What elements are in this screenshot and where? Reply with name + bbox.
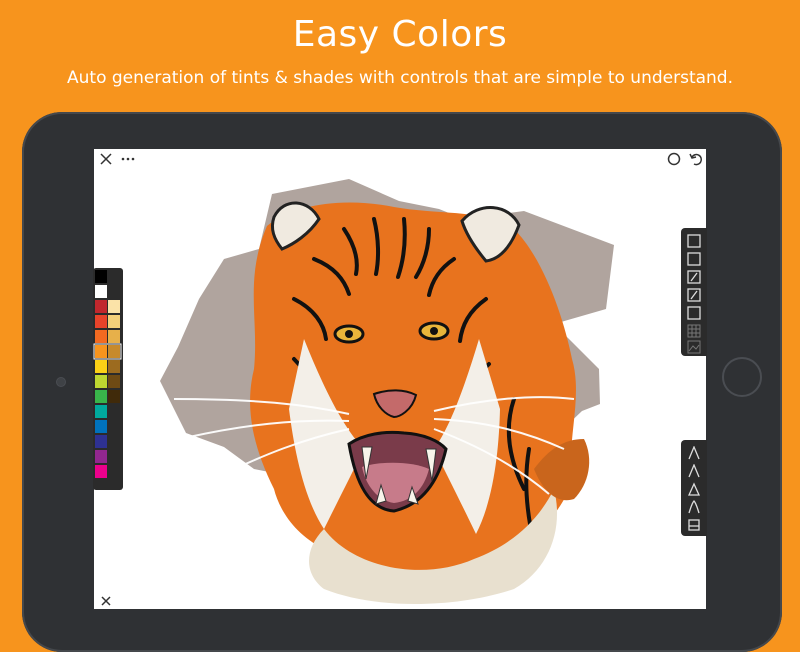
color-swatch[interactable] <box>95 375 107 388</box>
shade-swatch[interactable] <box>108 390 120 403</box>
headline: Easy Colors <box>292 14 508 55</box>
brush-icon[interactable] <box>686 500 702 514</box>
front-camera <box>56 377 66 387</box>
color-swatch[interactable] <box>95 345 107 358</box>
shade-swatch[interactable] <box>108 375 120 388</box>
image-icon[interactable] <box>686 340 702 354</box>
color-swatch[interactable] <box>95 450 107 463</box>
layer-icon[interactable] <box>686 306 702 320</box>
color-swatch[interactable] <box>95 435 107 448</box>
eraser-icon[interactable] <box>686 518 702 532</box>
pencil-icon[interactable] <box>686 446 702 460</box>
color-swatch[interactable] <box>95 270 107 283</box>
layer-icon[interactable] <box>686 234 702 248</box>
color-swatch[interactable] <box>95 300 107 313</box>
shade-swatch[interactable] <box>108 300 120 313</box>
tiger-artwork <box>160 179 614 604</box>
color-swatch[interactable] <box>95 330 107 343</box>
home-button[interactable] <box>722 357 762 397</box>
color-swatch[interactable] <box>95 420 107 433</box>
color-palette <box>93 268 123 490</box>
layers-toolbar <box>681 228 707 356</box>
color-swatch[interactable] <box>95 285 107 298</box>
pen-icon[interactable] <box>686 464 702 478</box>
more-dots-icon[interactable] <box>120 151 136 167</box>
marker-icon[interactable] <box>686 482 702 496</box>
shade-swatch[interactable] <box>108 315 120 328</box>
grid-icon[interactable] <box>686 324 702 338</box>
shade-swatch[interactable] <box>108 345 120 358</box>
close-icon[interactable] <box>98 593 114 609</box>
close-icon[interactable] <box>98 151 114 167</box>
color-swatch[interactable] <box>95 405 107 418</box>
undo-icon[interactable] <box>688 151 704 167</box>
subline: Auto generation of tints & shades with c… <box>67 68 733 88</box>
shade-swatch[interactable] <box>108 330 120 343</box>
color-swatch[interactable] <box>95 315 107 328</box>
color-swatch[interactable] <box>95 465 107 478</box>
brush-icon[interactable] <box>686 270 702 284</box>
palette-swatches[interactable] <box>93 268 123 490</box>
drawing-screen[interactable] <box>94 149 706 609</box>
brush-icon[interactable] <box>686 288 702 302</box>
compare-icon[interactable] <box>666 151 682 167</box>
color-swatch[interactable] <box>95 390 107 403</box>
shade-swatch[interactable] <box>108 360 120 373</box>
brush-toolbar <box>681 440 707 536</box>
layer-icon[interactable] <box>686 252 702 266</box>
color-swatch[interactable] <box>95 360 107 373</box>
